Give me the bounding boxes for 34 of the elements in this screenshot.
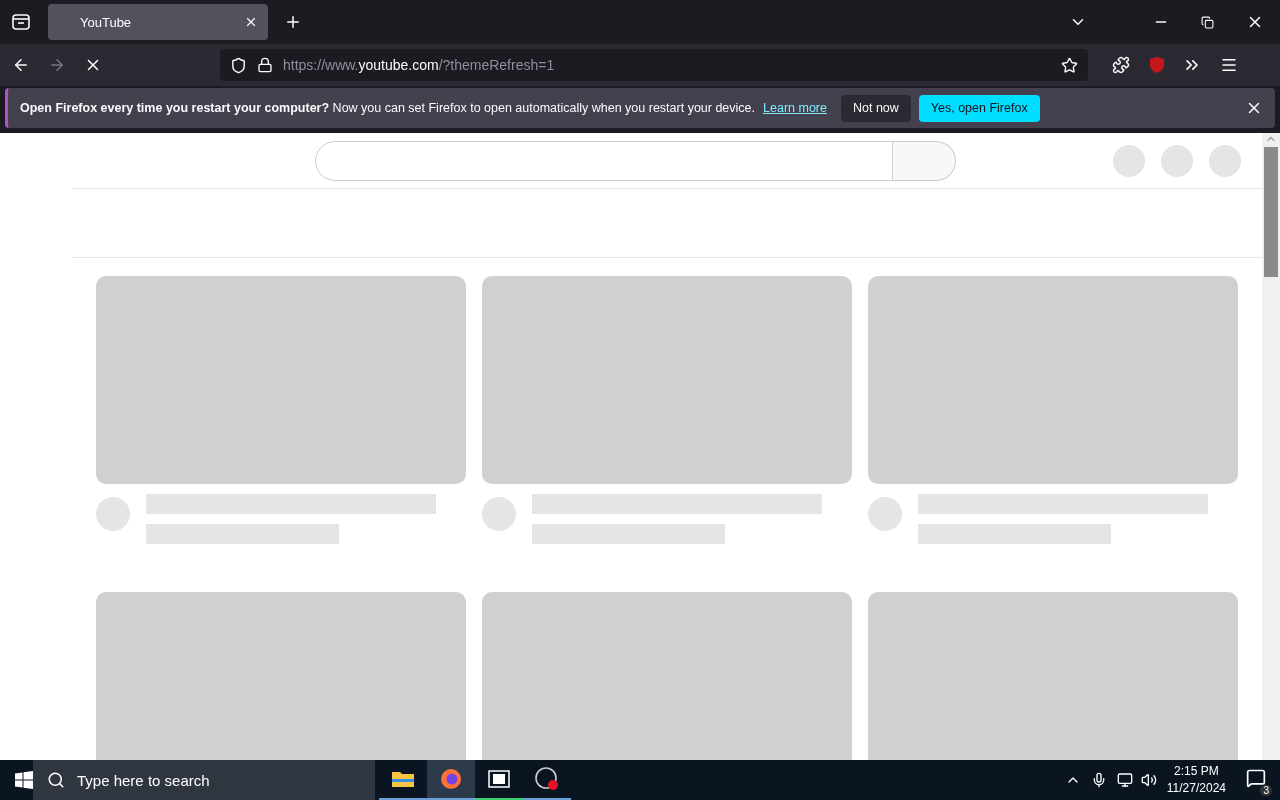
extensions-icon[interactable] xyxy=(1112,56,1130,74)
confirm-button[interactable]: Yes, open Firefox xyxy=(918,94,1040,122)
icon-placeholder xyxy=(1113,144,1145,177)
icon-placeholder xyxy=(1161,144,1193,177)
notification-count: 3 xyxy=(1260,785,1272,796)
taskbar-search-field[interactable]: Type here to search xyxy=(33,760,375,800)
network-icon[interactable] xyxy=(1116,772,1133,788)
browser-tab[interactable]: YouTube xyxy=(48,4,268,40)
windows-start-icon[interactable] xyxy=(15,771,33,789)
action-center-icon[interactable] xyxy=(1246,768,1266,788)
notification-message: Open Firefox every time you restart your computer? Now you can set Firefox to open automatically when you restart your device. xyxy=(20,101,756,115)
firefox-icon[interactable] xyxy=(427,760,475,800)
bookmark-star-icon[interactable] xyxy=(1061,56,1078,74)
avatar-placeholder xyxy=(868,497,902,531)
back-icon[interactable] xyxy=(12,56,30,74)
scrollbar-thumb[interactable] xyxy=(1264,147,1278,277)
icon-placeholder xyxy=(1209,144,1241,177)
search-button-placeholder xyxy=(893,140,956,181)
close-tab-icon[interactable] xyxy=(244,15,258,29)
volume-icon[interactable] xyxy=(1140,772,1157,788)
clock[interactable]: 2:15 PM 11/27/2024 xyxy=(1166,763,1226,797)
restore-icon[interactable] xyxy=(1201,15,1214,29)
shield-icon[interactable] xyxy=(230,56,247,74)
new-tab-icon[interactable] xyxy=(284,13,302,31)
avatar-placeholder xyxy=(482,497,516,531)
avatar-placeholder xyxy=(96,497,130,531)
dismiss-button[interactable]: Not now xyxy=(840,94,911,122)
lock-icon[interactable] xyxy=(257,57,273,73)
tab-overview-icon[interactable] xyxy=(12,14,30,30)
menu-icon[interactable] xyxy=(1220,56,1238,74)
search-icon xyxy=(47,771,65,789)
learn-more-link[interactable]: Learn more xyxy=(763,101,827,115)
forward-icon[interactable] xyxy=(48,56,66,74)
address-bar[interactable]: https://www.youtube.com/?themeRefresh=1 xyxy=(220,49,1088,81)
